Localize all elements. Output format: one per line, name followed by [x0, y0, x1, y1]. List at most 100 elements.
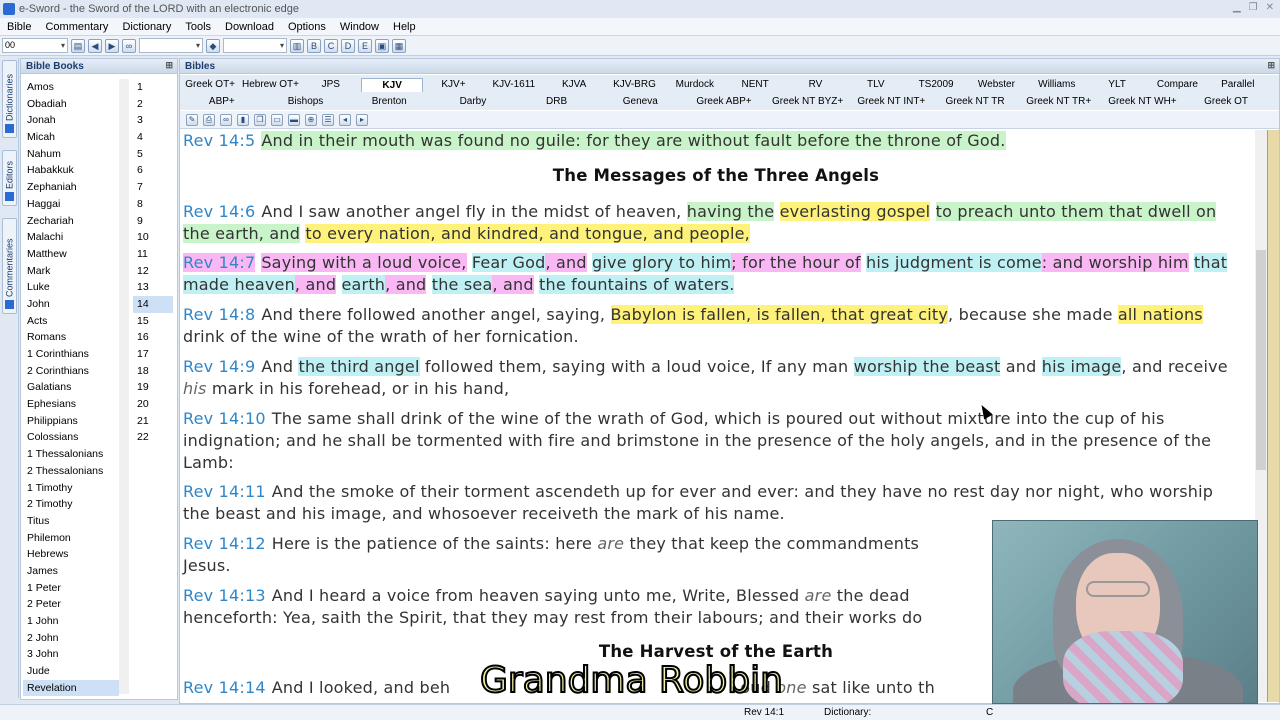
bookmark-strip[interactable]: [1267, 130, 1279, 702]
translation-tab[interactable]: TS2009: [906, 78, 966, 92]
book-item[interactable]: John: [23, 296, 119, 313]
book-item[interactable]: Colossians: [23, 429, 119, 446]
menu-dictionary[interactable]: Dictionary: [115, 21, 178, 33]
book-item[interactable]: Jonah: [23, 112, 119, 129]
book-item[interactable]: Hebrews: [23, 546, 119, 563]
back-icon[interactable]: ◀: [88, 38, 102, 53]
translation-tab[interactable]: JPS: [301, 78, 361, 92]
translation-tab[interactable]: Compare: [1147, 78, 1207, 92]
translation-tab[interactable]: KJVA: [544, 78, 604, 92]
bookmark-icon[interactable]: ▮: [237, 113, 249, 126]
menu-tools[interactable]: Tools: [178, 21, 218, 33]
verse-ref[interactable]: Rev 14:12: [183, 534, 266, 553]
search-combo[interactable]: [139, 38, 203, 53]
chapter-item[interactable]: 10: [133, 229, 173, 246]
translation-tab[interactable]: KJV-BRG: [604, 78, 664, 92]
translation-tab[interactable]: Greek NT TR: [933, 95, 1017, 109]
book-item[interactable]: 3 John: [23, 646, 119, 663]
book-item[interactable]: 2 Timothy: [23, 496, 119, 513]
chapter-item[interactable]: 14: [133, 295, 173, 313]
chapter-item[interactable]: 1: [133, 79, 173, 96]
menu-commentary[interactable]: Commentary: [38, 21, 115, 33]
book-item[interactable]: Nahum: [23, 146, 119, 163]
chapter-item[interactable]: 3: [133, 112, 173, 129]
translation-tab[interactable]: YLT: [1087, 78, 1147, 92]
translation-tab[interactable]: KJV+: [423, 78, 483, 92]
translation-tab[interactable]: Bishops: [264, 95, 348, 109]
verse-ref[interactable]: Rev 14:13: [183, 586, 266, 605]
image-icon[interactable]: ▣: [375, 38, 389, 53]
zoom-icon[interactable]: ⊕: [305, 113, 317, 126]
translation-tab[interactable]: ABP+: [180, 95, 264, 109]
book-item[interactable]: 1 Peter: [23, 580, 119, 597]
book-item[interactable]: Jude: [23, 663, 119, 680]
translation-tab[interactable]: KJV: [360, 78, 424, 92]
book-item[interactable]: Revelation: [23, 679, 119, 697]
chapter-item[interactable]: 20: [133, 396, 173, 413]
paste-icon[interactable]: ▭: [271, 113, 283, 126]
chapter-item[interactable]: 2: [133, 96, 173, 113]
layout-d-icon[interactable]: D: [341, 38, 355, 53]
layout-1-icon[interactable]: ▥: [290, 38, 304, 53]
translation-tab[interactable]: Murdock: [665, 78, 725, 92]
menu-options[interactable]: Options: [281, 21, 333, 33]
chapter-item[interactable]: 13: [133, 279, 173, 296]
verse-ref[interactable]: Rev 14:6: [183, 202, 255, 221]
translation-tab[interactable]: Parallel: [1208, 78, 1268, 92]
book-icon[interactable]: ▤: [71, 38, 85, 53]
book-item[interactable]: James: [23, 563, 119, 580]
translation-tab[interactable]: Webster: [966, 78, 1026, 92]
book-item[interactable]: Ephesians: [23, 396, 119, 413]
binoculars-icon[interactable]: ∞: [220, 113, 232, 126]
translation-tab[interactable]: Greek NT WH+: [1101, 95, 1185, 109]
translation-tab[interactable]: RV: [785, 78, 845, 92]
menu-download[interactable]: Download: [218, 21, 281, 33]
book-item[interactable]: Philemon: [23, 530, 119, 547]
layout-e-icon[interactable]: E: [358, 38, 372, 53]
book-list-scrollbar[interactable]: [119, 79, 129, 694]
translation-tab[interactable]: Greek OT+: [180, 78, 240, 92]
verse-ref[interactable]: Rev 14:11: [183, 482, 266, 501]
chapter-item[interactable]: 11: [133, 246, 173, 263]
menu-help[interactable]: Help: [386, 21, 423, 33]
book-item[interactable]: Philippians: [23, 413, 119, 430]
translation-tab[interactable]: Greek OT: [1184, 95, 1268, 109]
book-item[interactable]: Luke: [23, 279, 119, 296]
book-item[interactable]: Obadiah: [23, 96, 119, 113]
menu-window[interactable]: Window: [333, 21, 386, 33]
verse-ref[interactable]: Rev 14:8: [183, 305, 255, 324]
chapter-item[interactable]: 5: [133, 146, 173, 163]
split-icon[interactable]: ☰: [322, 113, 334, 126]
chapter-item[interactable]: 19: [133, 379, 173, 396]
translation-tab[interactable]: DRB: [515, 95, 599, 109]
pin-icon[interactable]: ⊞: [165, 60, 173, 71]
book-item[interactable]: 1 Corinthians: [23, 346, 119, 363]
translation-tab[interactable]: Darby: [431, 95, 515, 109]
tab-editors[interactable]: Editors: [2, 150, 17, 206]
scrollbar-thumb[interactable]: [1256, 250, 1266, 470]
chapter-item[interactable]: 8: [133, 196, 173, 213]
chapter-item[interactable]: 4: [133, 129, 173, 146]
book-item[interactable]: 1 Timothy: [23, 480, 119, 497]
chapter-item[interactable]: 12: [133, 263, 173, 280]
book-item[interactable]: Habakkuk: [23, 162, 119, 179]
translation-tab[interactable]: TLV: [846, 78, 906, 92]
translation-tab[interactable]: Geneva: [598, 95, 682, 109]
edit-icon[interactable]: ✎: [186, 113, 198, 126]
translation-tab[interactable]: Greek ABP+: [682, 95, 766, 109]
book-item[interactable]: 2 John: [23, 630, 119, 647]
verse-ref[interactable]: Rev 14:14: [183, 678, 266, 697]
chapter-item[interactable]: 17: [133, 346, 173, 363]
book-item[interactable]: Malachi: [23, 229, 119, 246]
verse-ref[interactable]: Rev 14:7: [183, 253, 256, 272]
book-item[interactable]: 1 Thessalonians: [23, 446, 119, 463]
next-chapter-icon[interactable]: ▸: [356, 113, 368, 126]
book-item[interactable]: Haggai: [23, 196, 119, 213]
book-item[interactable]: 2 Thessalonians: [23, 463, 119, 480]
translation-tab[interactable]: Greek NT INT+: [850, 95, 934, 109]
binoculars-icon[interactable]: ∞: [122, 38, 136, 53]
book-item[interactable]: 2 Peter: [23, 596, 119, 613]
copy-icon[interactable]: ❐: [254, 113, 266, 126]
chapter-item[interactable]: 15: [133, 313, 173, 330]
book-item[interactable]: Zephaniah: [23, 179, 119, 196]
